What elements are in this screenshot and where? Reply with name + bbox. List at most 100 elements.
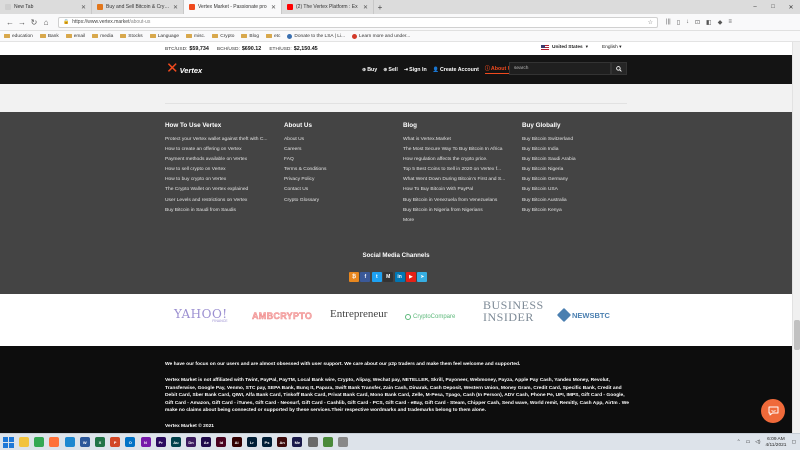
nav-link-sell[interactable]: ⊕ Sell [383,67,398,73]
footer-link[interactable]: Protect your Vertex wallet against theft… [165,135,273,145]
extension-icon[interactable]: ◧ [706,19,712,26]
maximize-icon[interactable]: □ [764,0,782,14]
dimension-icon[interactable]: Dn [186,437,197,447]
footer-link[interactable]: Terms & Conditions [284,165,392,175]
bookmark-item[interactable]: Blog [241,34,259,39]
browser-tab[interactable]: Vertex Market - Passionate pro ✕ [184,0,282,14]
footer-link[interactable]: The Most Secure Way To Buy Bitcoin In Af… [403,145,511,155]
footer-link[interactable]: How to sell crypto on Vertex [165,165,273,175]
footer-link[interactable]: Buy Bitcoin India [522,145,630,155]
footer-link[interactable]: More [403,216,511,226]
footer-link[interactable]: The Crypto Wallet on Vertex explained [165,185,273,195]
footer-link[interactable]: About Us [284,135,392,145]
bitcointalk-icon[interactable]: ₿ [349,272,359,282]
bookmark-item[interactable]: Language [149,34,179,39]
reload-icon[interactable]: ↻ [28,18,40,27]
chrome-icon[interactable] [34,437,45,447]
volume-icon[interactable]: ◁) [755,440,760,445]
footer-link[interactable]: What Went Down During Bitcoin's First an… [403,175,511,185]
audition-icon[interactable]: Au [170,437,181,447]
linkedin-icon[interactable]: in [394,272,405,282]
footer-link[interactable]: How to buy crypto on Vertex [165,175,273,185]
download-icon[interactable]: ↓ [686,19,689,26]
library-icon[interactable]: ||| [666,19,671,26]
bookmark-item[interactable]: email [65,34,85,39]
medium-icon[interactable]: M [383,272,394,282]
home-icon[interactable]: ⌂ [40,18,52,27]
bookmark-star-icon[interactable]: ☆ [648,19,653,26]
footer-link[interactable]: Buy Bitcoin in Venezuela from Venezuelan… [403,196,511,206]
language-selector[interactable]: English ▾ [602,45,622,50]
close-icon[interactable]: ✕ [271,4,276,11]
footer-link[interactable]: Privacy Policy [284,175,392,185]
premiere-icon[interactable]: Pr [155,437,166,447]
new-tab-icon[interactable]: + [374,0,386,14]
screenshot-icon[interactable]: ⊡ [695,19,700,26]
menu-icon[interactable]: ≡ [728,19,732,26]
browser-tab[interactable]: Buy and Sell Bitcoin & Crypto ✕ [92,0,184,14]
minimize-icon[interactable]: – [746,0,764,14]
word-icon[interactable]: W [79,437,90,447]
media-encoder-icon[interactable]: Me [292,437,303,447]
footer-link[interactable]: Careers [284,145,392,155]
footer-link[interactable]: Top 5 Best Coins to Sell in 2020 on Vert… [403,165,511,175]
outlook-icon[interactable]: O [125,437,136,447]
app-icon[interactable] [307,437,318,447]
firefox-icon[interactable] [49,437,60,447]
close-icon[interactable]: ✕ [363,4,368,11]
footer-link[interactable]: Crypto Glossary [284,196,392,206]
footer-link[interactable]: Buy Bitcoin Switzerland [522,135,630,145]
bookmark-item[interactable]: media [92,34,113,39]
back-icon[interactable]: ← [4,18,16,27]
footer-link[interactable]: Buy Bitcoin Kenya [522,206,630,216]
footer-link[interactable]: How to create an offering on Vertex [165,145,273,155]
telegram-icon[interactable]: ➤ [417,272,428,282]
footer-link[interactable]: How regulation affects the crypto price. [403,155,511,165]
footer-link[interactable]: Buy Bitcoin Saudi Arabia [522,155,630,165]
file-explorer-icon[interactable] [19,437,29,447]
nav-link-create-account[interactable]: 👤 Create Account [433,67,479,73]
forward-icon[interactable]: → [16,18,28,27]
footer-link[interactable]: Contact Us [284,185,392,195]
nav-link-sign-in[interactable]: ⇥ Sign In [404,67,427,73]
app-icon-3[interactable] [337,437,348,447]
windows-start-icon[interactable] [2,436,14,448]
nav-link-buy[interactable]: ⊕ Buy [362,67,377,73]
bookmark-item[interactable]: Crypto [212,34,234,39]
browser-tab[interactable]: (2) The Vertex Platform : Ex ✕ [282,0,374,14]
edge-icon[interactable] [64,437,75,447]
footer-link[interactable]: How To Buy Bitcoin With PayPal [403,185,511,195]
bookmark-item[interactable]: Donate to the LSA | Li... [287,33,345,39]
close-icon[interactable]: ✕ [81,4,86,11]
search-button[interactable] [611,62,627,75]
footer-link[interactable]: Buy Bitcoin Australia [522,196,630,206]
bookmark-item[interactable]: misc. [186,34,205,39]
footer-link[interactable]: What is Vertex.Market [403,135,511,145]
onenote-icon[interactable]: N [140,437,151,447]
network-icon[interactable]: ▭ [746,440,751,445]
app-icon-2[interactable] [322,437,333,447]
twitter-icon[interactable]: t [371,272,382,282]
bookmark-item[interactable]: education [4,34,33,39]
footer-link[interactable]: Buy Bitcoin Germany [522,175,630,185]
lightroom-icon[interactable]: Lr [246,437,257,447]
footer-link[interactable]: Buy Bitcoin USA [522,185,630,195]
animate-icon[interactable]: An [277,437,288,447]
bookmark-item[interactable]: Bank [39,34,59,39]
footer-link[interactable]: Buy Bitcoin Nigeria [522,165,630,175]
after-effects-icon[interactable]: Ae [201,437,212,447]
footer-link[interactable]: FAQ [284,155,392,165]
clock[interactable]: 6:09 AM 4/11/2021 [765,437,786,449]
youtube-icon[interactable]: ▶ [405,272,416,282]
facebook-icon[interactable]: f [360,272,371,282]
illustrator-icon[interactable]: Ai [231,437,242,447]
indesign-icon[interactable]: Id [216,437,227,447]
footer-link[interactable]: User Levels and restrictions on Vertex [165,196,273,206]
footer-link[interactable]: Buy Bitcoin in Nigeria from Nigerians [403,206,511,216]
footer-link[interactable]: Buy Bitcoin in Saudi from Saudis [165,206,273,216]
sidebar-icon[interactable]: ▯ [677,19,680,26]
country-selector[interactable]: United States ▾ [541,45,588,50]
close-icon[interactable]: ✕ [173,4,178,11]
powerpoint-icon[interactable]: P [110,437,121,447]
browser-tab[interactable]: New Tab ✕ [0,0,92,14]
